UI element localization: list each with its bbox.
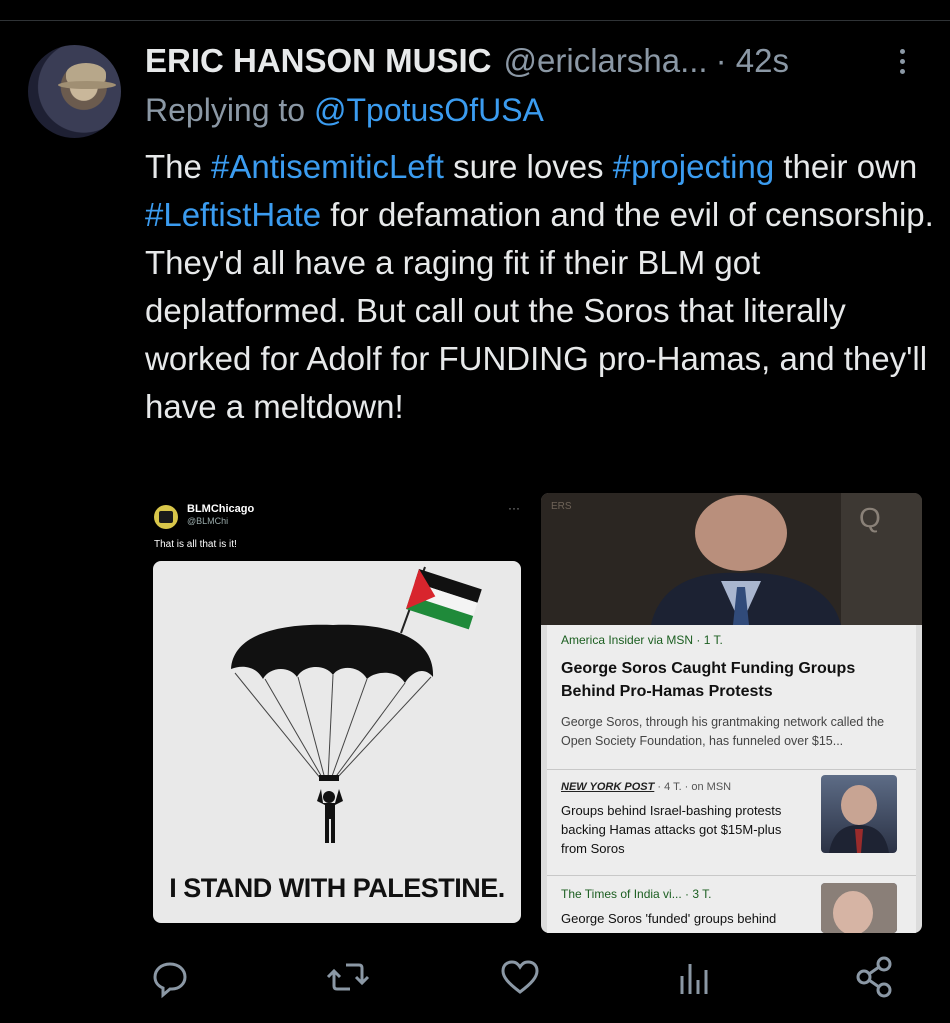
- text-part: sure loves: [443, 148, 613, 185]
- post-text: The #AntisemiticLeft sure loves #project…: [145, 143, 935, 431]
- hashtag-link[interactable]: #LeftistHate: [145, 196, 321, 233]
- result-title: George Soros 'funded' groups behind: [561, 911, 777, 926]
- parachute-flag-illustration: [231, 566, 482, 843]
- more-options-icon[interactable]: [890, 44, 914, 84]
- like-icon[interactable]: [498, 950, 542, 1004]
- avatar[interactable]: [28, 45, 121, 138]
- divider: [547, 875, 916, 876]
- news-photo: ERS Q: [541, 493, 922, 625]
- repost-icon[interactable]: [326, 950, 370, 1004]
- author-handle[interactable]: @ericlarsha...: [504, 42, 708, 80]
- author-name[interactable]: ERIC HANSON MUSIC: [145, 42, 492, 80]
- source-meta: · 4 T. · on MSN: [654, 781, 732, 793]
- result-source: The Times of India vi... · 3 T.: [561, 887, 712, 901]
- embedded-account-name: BLMChicago: [187, 503, 255, 515]
- hashtag-link[interactable]: #AntisemiticLeft: [211, 148, 444, 185]
- text-part: their own: [774, 148, 918, 185]
- share-icon[interactable]: [852, 950, 896, 1004]
- svg-text:Q: Q: [859, 502, 881, 533]
- post-time[interactable]: · 42s: [716, 42, 789, 80]
- result-title: Groups behind Israel-bashing protests ba…: [561, 803, 782, 856]
- result-thumbnail: [821, 775, 897, 853]
- replying-prefix: Replying to: [145, 92, 314, 128]
- result-snippet: George Soros, through his grantmaking ne…: [561, 715, 885, 748]
- result-title: George Soros Caught Funding Groups Behin…: [561, 660, 856, 700]
- source-logo: NEW YORK POST: [561, 781, 655, 793]
- replying-to: Replying to @TpotusOfUSA: [145, 92, 544, 129]
- post-header: ERIC HANSON MUSIC @ericlarsha... · 42s: [145, 40, 789, 82]
- reply-mention-link[interactable]: @TpotusOfUSA: [314, 92, 544, 128]
- result-source: America Insider via MSN · 1 T.: [561, 633, 723, 647]
- embedded-avatar: [154, 505, 178, 529]
- action-bar: [0, 950, 950, 1010]
- person-photo-illustration: ERS Q: [541, 493, 922, 625]
- embedded-account-handle: @BLMChi: [187, 516, 229, 526]
- result-source: NEW YORK POST · 4 T. · on MSN: [561, 781, 731, 793]
- news-results: America Insider via MSN · 1 T. George So…: [547, 625, 916, 933]
- result-thumbnail: [821, 883, 897, 933]
- caption-text: I STAND WITH PALESTINE.: [169, 873, 505, 903]
- hashtag-link[interactable]: #projecting: [613, 148, 774, 185]
- photo-label: ERS: [551, 501, 572, 512]
- views-icon[interactable]: [670, 950, 714, 1004]
- embedded-post-text: That is all that is it!: [154, 539, 237, 550]
- media-image-left[interactable]: BLMChicago @BLMChi ··· That is all that …: [140, 493, 536, 933]
- palestine-flag-icon: [406, 569, 482, 630]
- hat-brim-shape: [58, 81, 116, 89]
- divider: [547, 769, 916, 770]
- media-image-right[interactable]: ERS Q America Insider via MSN · 1 T. Geo…: [541, 493, 922, 933]
- embedded-more-icon: ···: [508, 501, 520, 515]
- parachute-graphic: I STAND WITH PALESTINE.: [153, 561, 521, 923]
- text-part: The: [145, 148, 212, 185]
- divider: [0, 20, 950, 21]
- reply-icon[interactable]: [148, 950, 192, 1004]
